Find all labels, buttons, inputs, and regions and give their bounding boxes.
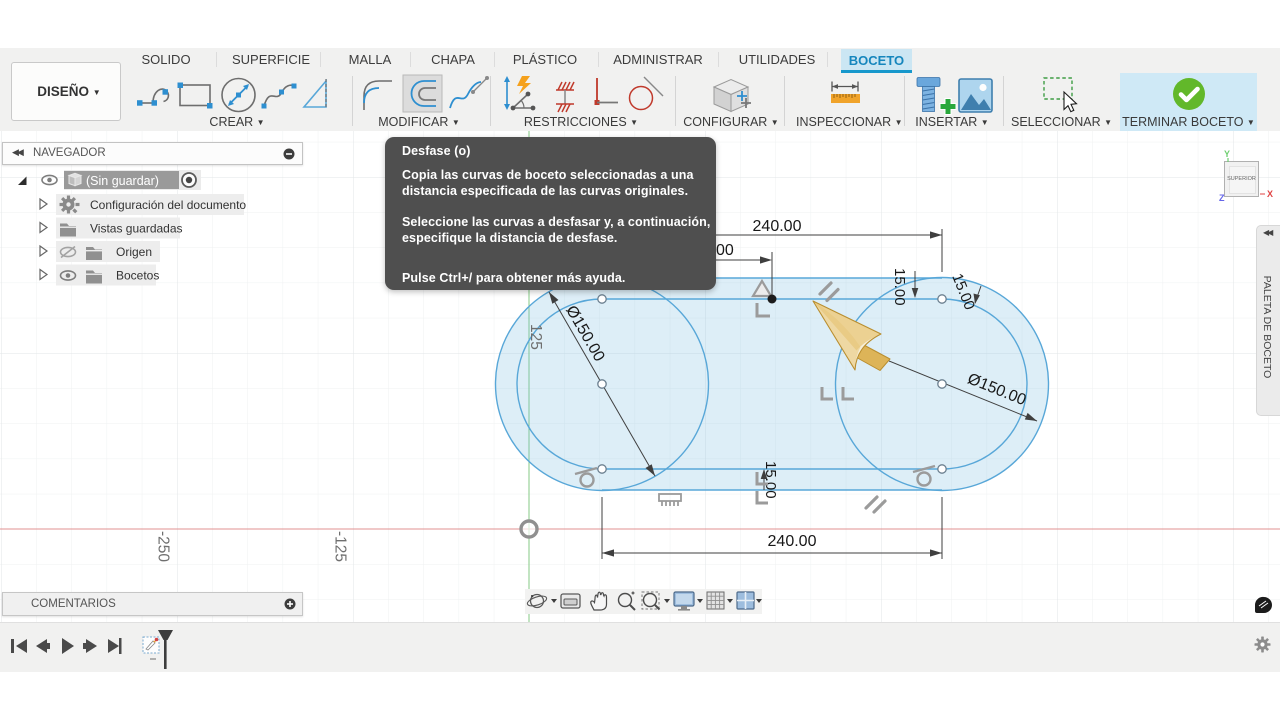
svg-text:15.00: 15.00 — [762, 461, 779, 499]
svg-text:Configuración del documento: Configuración del documento — [90, 198, 246, 212]
svg-text:-250: -250 — [155, 531, 172, 562]
svg-text:Vistas guardadas: Vistas guardadas — [90, 222, 183, 236]
svg-text:Bocetos: Bocetos — [116, 269, 159, 283]
svg-text:-125: -125 — [332, 531, 349, 562]
svg-text:X: X — [1267, 189, 1273, 199]
svg-text:Origen: Origen — [116, 245, 152, 259]
svg-text:(Sin guardar): (Sin guardar) — [86, 174, 159, 188]
svg-text:Z: Z — [1219, 193, 1225, 203]
svg-text:125: 125 — [527, 324, 544, 350]
svg-text:00: 00 — [716, 242, 734, 259]
svg-text:240.00: 240.00 — [768, 533, 817, 550]
svg-text:Y: Y — [1224, 149, 1230, 159]
svg-text:15.00: 15.00 — [891, 268, 908, 306]
svg-text:240.00: 240.00 — [753, 218, 802, 235]
